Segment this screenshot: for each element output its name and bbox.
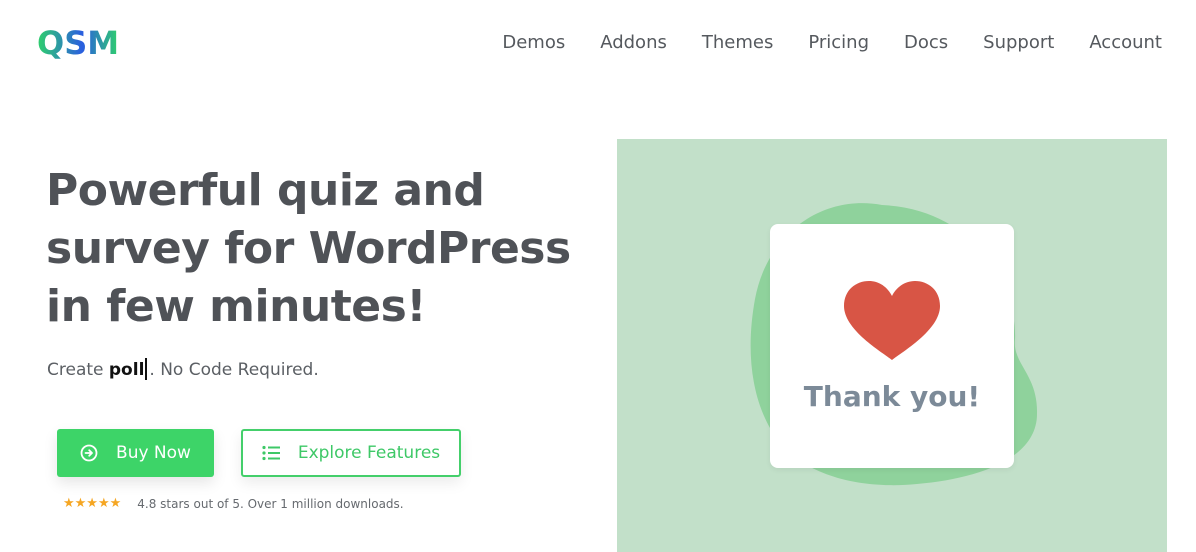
nav-demos[interactable]: Demos — [502, 30, 565, 56]
headline-line-3: in few minutes! — [46, 281, 426, 332]
nav-support[interactable]: Support — [983, 30, 1054, 56]
explore-features-button[interactable]: Explore Features — [241, 429, 461, 477]
nav-account[interactable]: Account — [1089, 30, 1162, 56]
nav-addons[interactable]: Addons — [600, 30, 667, 56]
main-nav: Demos Addons Themes Pricing Docs Support… — [502, 30, 1162, 56]
hero-subline: Create poll. No Code Required. — [47, 358, 319, 381]
subline-suffix: . No Code Required. — [149, 360, 319, 380]
rating-row: ★★★★★ 4.8 stars out of 5. Over 1 million… — [63, 496, 404, 512]
svg-text:QSM: QSM — [37, 24, 119, 62]
list-icon — [262, 445, 280, 461]
subline-keyword: poll — [108, 360, 145, 380]
buy-now-label: Buy Now — [116, 443, 191, 463]
nav-themes[interactable]: Themes — [702, 30, 773, 56]
heart-icon — [844, 281, 940, 360]
headline-line-1: Powerful quiz and — [46, 165, 485, 216]
arrow-circle-right-icon — [80, 444, 98, 462]
headline-line-2: survey for WordPress — [46, 223, 571, 274]
logo-mark: QSM — [37, 24, 119, 62]
buy-now-button[interactable]: Buy Now — [57, 429, 214, 477]
typing-caret — [145, 358, 148, 380]
explore-features-label: Explore Features — [297, 443, 441, 463]
subline-prefix: Create — [47, 360, 109, 380]
nav-pricing[interactable]: Pricing — [808, 30, 869, 56]
hero-headline: Powerful quiz and survey for WordPress i… — [46, 162, 606, 336]
rating-text: 4.8 stars out of 5. Over 1 million downl… — [137, 497, 404, 511]
nav-docs[interactable]: Docs — [904, 30, 948, 56]
rating-stars: ★★★★★ — [63, 496, 122, 511]
thank-you-text: Thank you! — [803, 380, 981, 413]
qsm-logo[interactable]: QSM — [37, 24, 127, 64]
hero-illustration: Thank you! — [617, 139, 1167, 552]
thank-you-card: Thank you! — [770, 224, 1014, 468]
